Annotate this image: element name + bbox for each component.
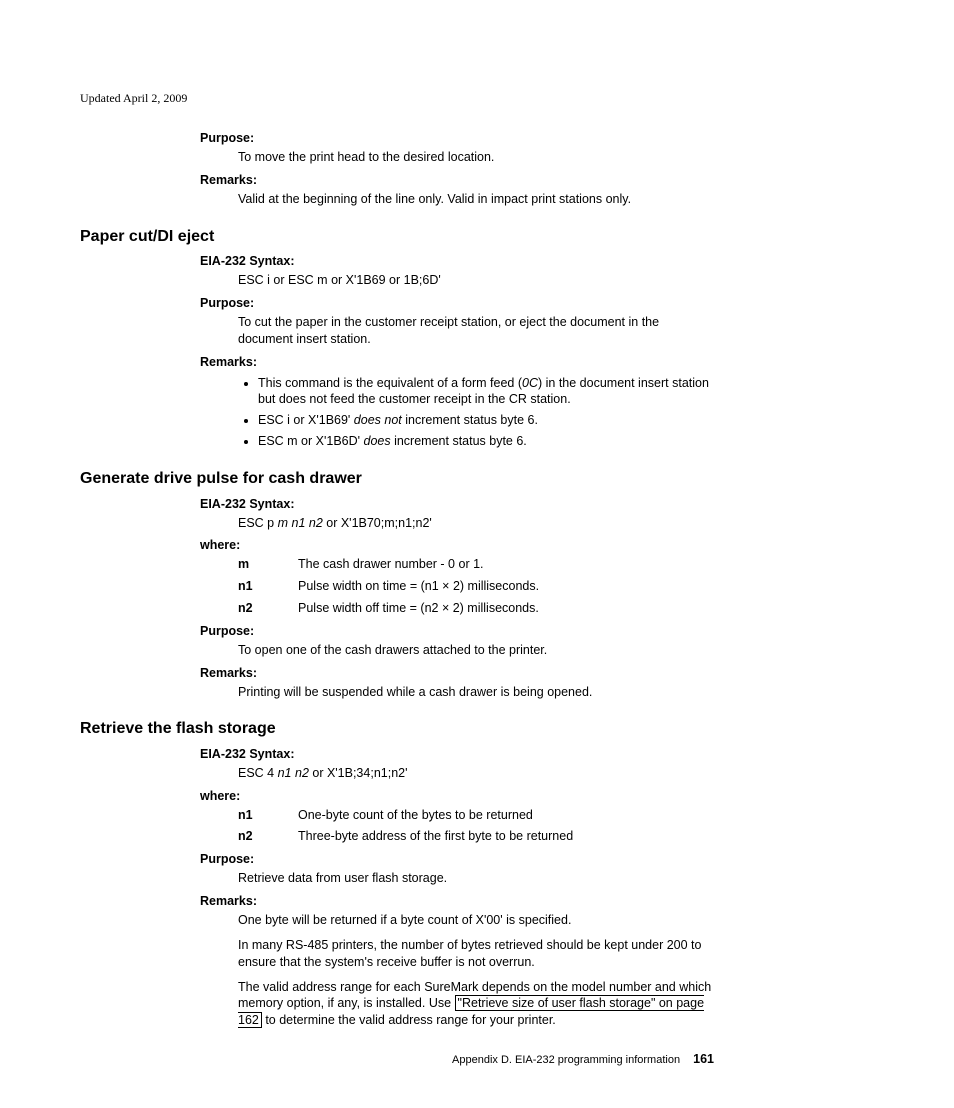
syntax-text: ESC 4 n1 n2 or X'1B;34;n1;n2' — [238, 765, 714, 782]
emphasis: does — [364, 434, 391, 448]
purpose-label: Purpose: — [200, 295, 714, 312]
purpose-label: Purpose: — [200, 623, 714, 640]
remarks-label: Remarks: — [200, 354, 714, 371]
text: ESC p — [238, 516, 278, 530]
purpose-text: To cut the paper in the customer receipt… — [238, 314, 714, 348]
remarks-label: Remarks: — [200, 665, 714, 682]
purpose-label: Purpose: — [200, 130, 714, 147]
remarks-label: Remarks: — [200, 172, 714, 189]
section-title-generate-pulse: Generate drive pulse for cash drawer — [80, 468, 714, 490]
page-footer: Appendix D. EIA-232 programming informat… — [80, 1051, 714, 1068]
remarks-p1: One byte will be returned if a byte coun… — [238, 912, 714, 929]
definition-row: n1 Pulse width on time = (n1 × 2) millis… — [238, 578, 714, 595]
purpose-text: Retrieve data from user flash storage. — [238, 870, 714, 887]
remarks-text: Printing will be suspended while a cash … — [238, 684, 714, 701]
remarks-p3: The valid address range for each SureMar… — [238, 979, 714, 1030]
text: or X'1B;34;n1;n2' — [309, 766, 408, 780]
definition: Pulse width off time = (n2 × 2) millisec… — [298, 600, 714, 617]
text: to determine the valid address range for… — [262, 1013, 556, 1027]
purpose-label: Purpose: — [200, 851, 714, 868]
emphasis: 0C — [522, 376, 538, 390]
remarks-list: This command is the equivalent of a form… — [238, 375, 714, 451]
definition-row: n2 Pulse width off time = (n2 × 2) milli… — [238, 600, 714, 617]
remarks-label: Remarks: — [200, 893, 714, 910]
syntax-label: EIA-232 Syntax: — [200, 496, 714, 513]
list-item: This command is the equivalent of a form… — [258, 375, 714, 409]
text: ESC i or X'1B69' — [258, 413, 354, 427]
where-label: where: — [200, 788, 714, 805]
term: n1 — [238, 807, 298, 824]
definition: Pulse width on time = (n1 × 2) milliseco… — [298, 578, 714, 595]
syntax-text: ESC i or ESC m or X'1B69 or 1B;6D' — [238, 272, 714, 289]
syntax-label: EIA-232 Syntax: — [200, 253, 714, 270]
where-label: where: — [200, 537, 714, 554]
text: increment status byte 6. — [402, 413, 538, 427]
list-item: ESC i or X'1B69' does not increment stat… — [258, 412, 714, 429]
text: This command is the equivalent of a form… — [258, 376, 522, 390]
syntax-label: EIA-232 Syntax: — [200, 746, 714, 763]
emphasis: n1 n2 — [278, 766, 309, 780]
appendix-label: Appendix D. EIA-232 programming informat… — [452, 1054, 680, 1066]
term: n1 — [238, 578, 298, 595]
text: increment status byte 6. — [391, 434, 527, 448]
text: ESC 4 — [238, 766, 278, 780]
page-number: 161 — [693, 1052, 714, 1066]
list-item: ESC m or X'1B6D' does increment status b… — [258, 433, 714, 450]
term: n2 — [238, 600, 298, 617]
definition: Three-byte address of the first byte to … — [298, 828, 714, 845]
section-title-paper-cut: Paper cut/DI eject — [80, 226, 714, 248]
text: ESC m or X'1B6D' — [258, 434, 364, 448]
definition: The cash drawer number - 0 or 1. — [298, 556, 714, 573]
definition-row: m The cash drawer number - 0 or 1. — [238, 556, 714, 573]
remarks-text: Valid at the beginning of the line only.… — [238, 191, 714, 208]
definition-row: n2 Three-byte address of the first byte … — [238, 828, 714, 845]
definition-list: m The cash drawer number - 0 or 1. n1 Pu… — [238, 556, 714, 617]
term: m — [238, 556, 298, 573]
updated-date: Updated April 2, 2009 — [80, 90, 714, 106]
definition-row: n1 One-byte count of the bytes to be ret… — [238, 807, 714, 824]
emphasis: m n1 n2 — [278, 516, 323, 530]
definition: One-byte count of the bytes to be return… — [298, 807, 714, 824]
section-title-retrieve-flash: Retrieve the flash storage — [80, 718, 714, 740]
purpose-text: To move the print head to the desired lo… — [238, 149, 714, 166]
syntax-text: ESC p m n1 n2 or X'1B70;m;n1;n2' — [238, 515, 714, 532]
definition-list: n1 One-byte count of the bytes to be ret… — [238, 807, 714, 846]
term: n2 — [238, 828, 298, 845]
purpose-text: To open one of the cash drawers attached… — [238, 642, 714, 659]
text: or X'1B70;m;n1;n2' — [323, 516, 432, 530]
emphasis: does not — [354, 413, 402, 427]
